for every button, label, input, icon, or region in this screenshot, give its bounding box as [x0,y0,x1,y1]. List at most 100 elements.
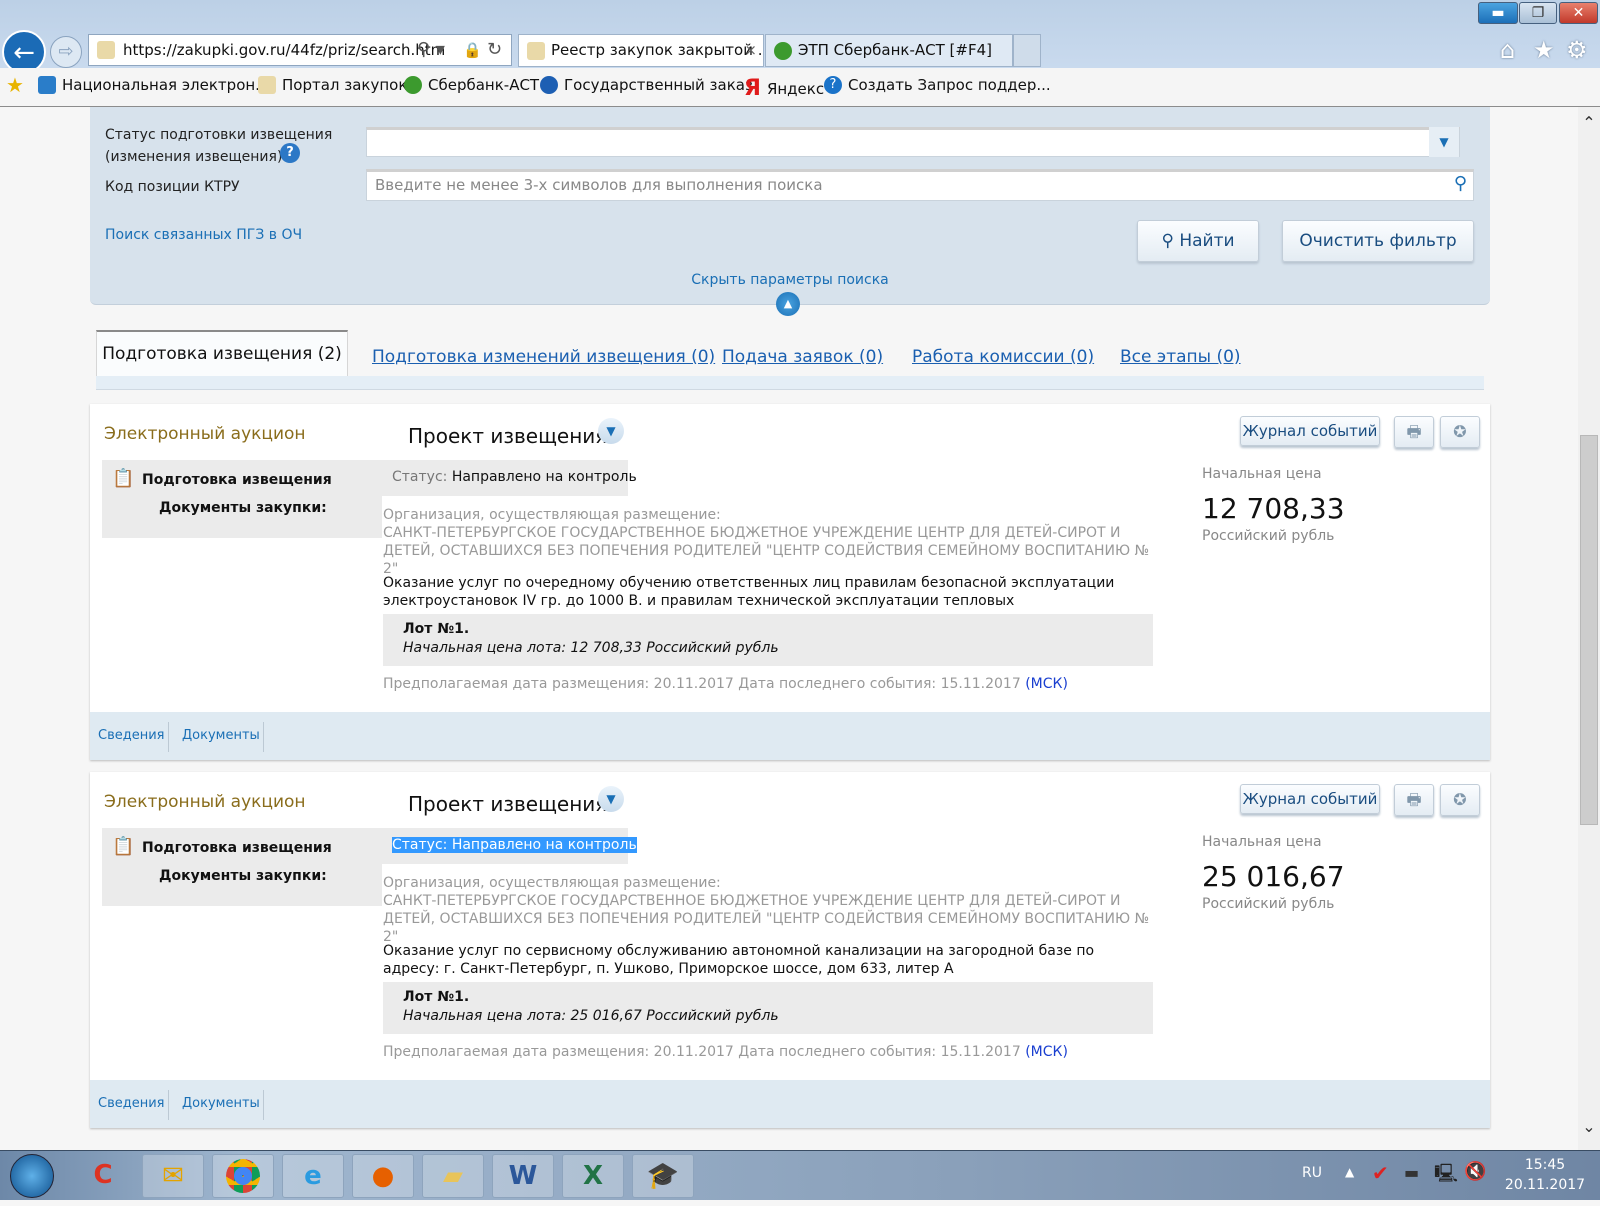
certificate-icon[interactable]: ✪ [1440,784,1480,816]
favorite-link[interactable]: Портал закупок [258,76,407,94]
outlook-icon[interactable]: ✉ [142,1154,204,1198]
home-icon[interactable]: ⌂ [1500,36,1515,64]
print-icon[interactable]: 🖶 [1394,416,1434,448]
documents-label[interactable]: Документы закупки: [159,868,327,884]
find-button[interactable]: ⚲ Найти [1137,220,1259,262]
status-label: Статус: [392,469,448,485]
favorite-link[interactable]: Государственный заказ [540,76,753,94]
organization-name: САНКТ-ПЕТЕРБУРГСКОЕ ГОСУДАРСТВЕННОЕ БЮДЖ… [383,525,1150,577]
print-icon[interactable]: 🖶 [1394,784,1434,816]
status-select[interactable]: ▼ [366,127,1460,157]
favorite-link[interactable]: Я Яндекс [744,76,824,101]
favorites-add-star-icon[interactable]: ★ [6,73,24,97]
restore-button[interactable]: ❐ [1519,2,1557,24]
tab-notice-preparation[interactable]: Подготовка извещения (2) [96,330,348,376]
lot-price: Начальная цена лота: 25 016,67 Российски… [403,1008,779,1024]
excel-icon[interactable]: X [562,1154,624,1198]
event-log-button[interactable]: Журнал событий [1240,784,1380,814]
favorites-star-icon[interactable]: ★ [1533,36,1555,64]
scholar-app-icon[interactable]: 🎓 [632,1154,694,1198]
favorite-link[interactable]: Национальная электрон... [38,76,269,94]
card-footer: Сведения Документы [90,712,1490,760]
site-emblem-icon [527,42,545,60]
tab-sberbank-ast[interactable]: ЭТП Сбербанк-АСТ [#F4] [765,34,1013,67]
collapse-up-icon[interactable]: ▲ [776,292,800,316]
favorite-link[interactable]: Сбербанк-АСТ [404,76,539,94]
help-icon[interactable]: ? [280,143,300,163]
scrollbar-thumb[interactable] [1580,435,1598,825]
organization: Организация, осуществляющая размещение: С… [383,506,1163,578]
usb-device-icon[interactable]: ▬ [1404,1163,1419,1182]
chevron-down-icon[interactable]: ▼ [1429,127,1459,157]
lock-icon[interactable]: 🔒 [463,35,482,65]
details-link[interactable]: Сведения [98,1096,165,1111]
chrome-icon[interactable] [212,1154,274,1198]
address-bar[interactable]: https://zakupki.gov.ru/44fz/priz/search.… [88,34,512,66]
status-box: Статус: Направлено на контроль [382,460,637,496]
search-icon[interactable]: ⚲ ▾ [417,35,445,65]
site-icon [38,76,56,94]
stage-label: Подготовка извещения [142,840,332,856]
search-icon[interactable]: ⚲ [1454,171,1467,197]
project-title: Проект извещения [408,424,608,448]
organization-label: Организация, осуществляющая размещение: [383,507,721,523]
volume-muted-icon[interactable]: 🔇 [1464,1161,1486,1182]
documents-link[interactable]: Документы [182,728,260,743]
details-link[interactable]: Сведения [98,728,165,743]
close-tab-icon[interactable]: × [744,35,757,66]
status-value: Направлено на контроль [451,469,637,485]
documents-link[interactable]: Документы [182,1096,260,1111]
favorite-label: Портал закупок [282,76,408,94]
tab-zakupki[interactable]: Реестр закупок закрытой ... × [518,34,764,67]
clock[interactable]: 15:45 20.11.2017 [1500,1155,1590,1195]
show-hidden-icons[interactable]: ▲ [1345,1165,1354,1179]
start-button[interactable] [10,1154,54,1198]
language-indicator[interactable]: RU [1302,1165,1322,1181]
scroll-up-icon[interactable]: ⌃ [1578,113,1600,132]
settings-gear-icon[interactable]: ⚙ [1566,36,1588,64]
documents-label[interactable]: Документы закупки: [159,500,327,516]
purchase-card: Электронный аукцион Проект извещения ▼ 📋… [90,404,1490,760]
currency: Российский рубль [1202,528,1335,544]
clock-time: 15:45 [1524,1157,1566,1173]
purchase-description[interactable]: Оказание услуг по сервисному обслуживани… [383,942,1143,978]
close-window-button[interactable]: ✕ [1559,2,1598,24]
certificate-icon[interactable]: ✪ [1440,416,1480,448]
divider [168,1090,169,1120]
project-title: Проект извещения [408,792,608,816]
firefox-icon[interactable]: ● [352,1154,414,1198]
new-tab-button[interactable] [1013,34,1041,67]
clear-filter-button[interactable]: Очистить фильтр [1282,220,1474,262]
tab-all-stages[interactable]: Все этапы (0) [1120,347,1241,367]
currency: Российский рубль [1202,896,1335,912]
related-search-link[interactable]: Поиск связанных ПГЗ в ОЧ [105,227,302,243]
lot-box: Лот №1. Начальная цена лота: 25 016,67 Ро… [383,982,1153,1034]
refresh-icon[interactable]: ↻ [487,35,502,65]
file-explorer-icon[interactable]: ▰ [422,1154,484,1198]
ccleaner-icon[interactable]: C [72,1154,134,1198]
forward-button[interactable]: ⇨ [50,36,82,68]
clipboard-icon: 📋 [112,836,135,857]
help-icon: ? [824,76,842,94]
tab-changes-preparation[interactable]: Подготовка изменений извещения (0) [372,347,715,367]
status-label: Статус подготовки извещения [105,127,333,143]
word-icon[interactable]: W [492,1154,554,1198]
chevron-down-icon[interactable]: ▼ [598,786,624,812]
favorite-label: Яндекс [766,79,825,98]
chevron-down-icon[interactable]: ▼ [598,418,624,444]
favorites-bar: ★ Национальная электрон... Портал закупо… [0,68,1600,107]
internet-explorer-icon[interactable]: e [282,1154,344,1198]
ktru-input[interactable]: Введите не менее 3-х символов для выполн… [366,169,1474,201]
network-icon[interactable]: 🖳 [1434,1161,1458,1191]
hide-search-params-link[interactable]: Скрыть параметры поиска [90,272,1490,288]
yandex-icon: Я [744,76,761,101]
tab-applications[interactable]: Подача заявок (0) [722,347,883,367]
ktru-placeholder: Введите не менее 3-х символов для выполн… [375,176,823,194]
status-label: Статус: [392,837,448,853]
tab-commission[interactable]: Работа комиссии (0) [912,347,1094,367]
kaspersky-icon[interactable]: ✔ [1372,1161,1389,1185]
favorite-link[interactable]: ? Создать Запрос поддер... [824,76,1051,94]
event-log-button[interactable]: Журнал событий [1240,416,1380,446]
minimize-button[interactable]: ▬ [1478,2,1518,24]
scroll-down-icon[interactable]: ⌄ [1578,1117,1600,1136]
